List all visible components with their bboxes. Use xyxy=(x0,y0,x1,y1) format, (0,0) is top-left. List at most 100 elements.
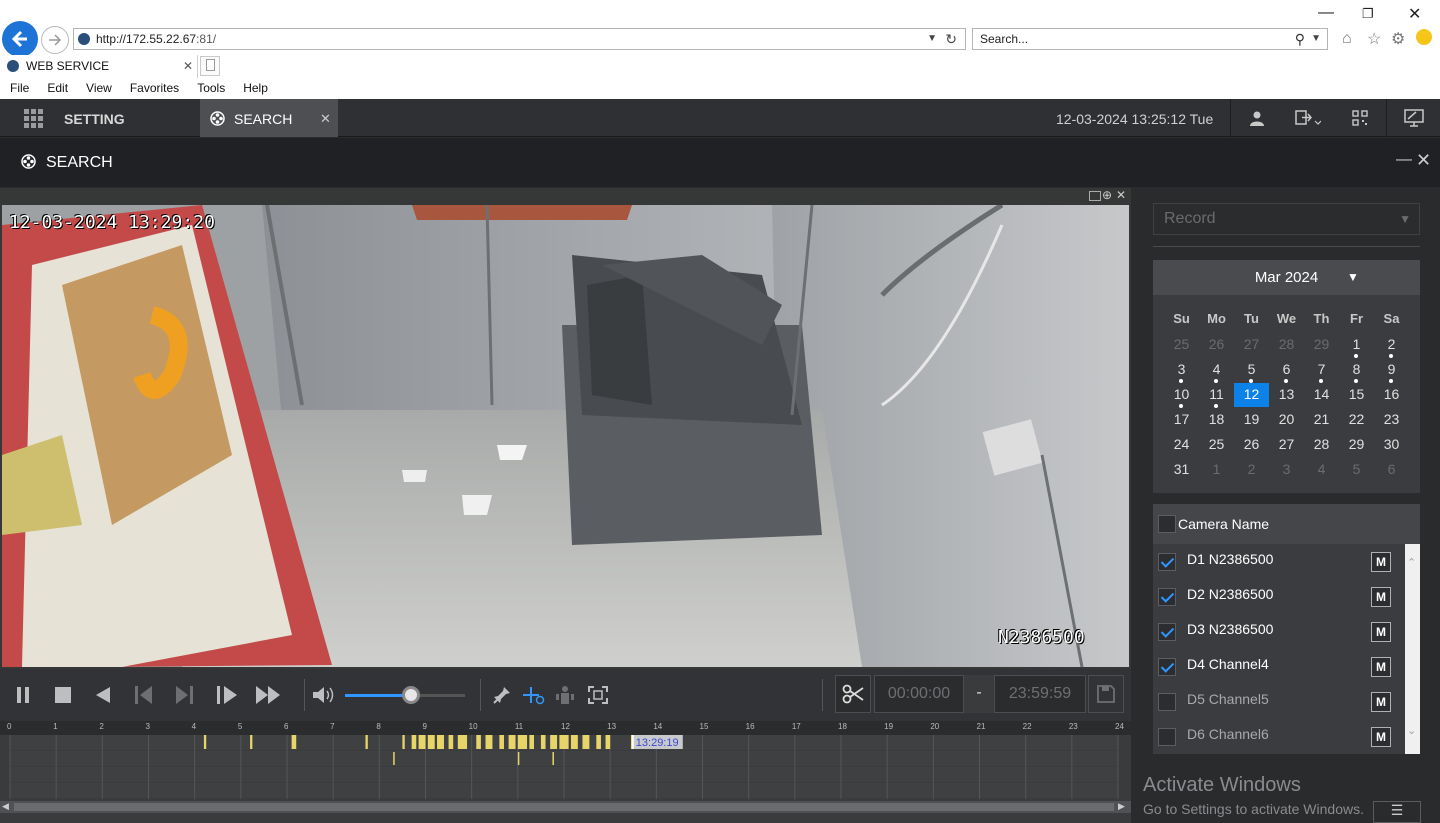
camera-stream-button[interactable]: M xyxy=(1371,657,1391,677)
camera-checkbox[interactable] xyxy=(1158,553,1176,571)
user-button[interactable] xyxy=(1230,99,1282,137)
calendar-day[interactable]: 9 xyxy=(1374,358,1409,383)
record-type-select[interactable]: Record ▼ xyxy=(1153,203,1420,235)
minimize-icon[interactable]: — xyxy=(1318,4,1334,22)
tab-setting[interactable]: SETTING xyxy=(0,99,199,137)
calendar-day[interactable]: 25 xyxy=(1199,433,1234,457)
pause-button[interactable] xyxy=(10,669,36,721)
calendar-day[interactable]: 20 xyxy=(1269,408,1304,432)
menu-edit[interactable]: Edit xyxy=(37,79,76,99)
calendar-day[interactable]: 5 xyxy=(1234,358,1269,383)
scroll-up-icon[interactable]: ⌃ xyxy=(1407,556,1416,569)
select-all-checkbox[interactable] xyxy=(1158,515,1176,533)
camera-checkbox[interactable] xyxy=(1158,623,1176,641)
address-dropdown-icon[interactable]: ▼ xyxy=(927,29,937,49)
calendar-day[interactable]: 4 xyxy=(1304,458,1339,482)
calendar-day[interactable]: 26 xyxy=(1199,333,1234,357)
calendar-day[interactable]: 19 xyxy=(1234,408,1269,432)
camera-list-scrollbar[interactable]: ⌃ ⌄ xyxy=(1405,544,1420,754)
calendar-day[interactable]: 13 xyxy=(1269,383,1304,407)
camera-row[interactable]: D3 N2386500 M xyxy=(1153,614,1403,649)
menu-file[interactable]: File xyxy=(0,79,37,99)
fullscreen-button[interactable] xyxy=(585,669,611,721)
menu-favorites[interactable]: Favorites xyxy=(120,79,187,99)
mute-button[interactable] xyxy=(308,669,338,721)
calendar-day[interactable]: 11 xyxy=(1199,383,1234,408)
volume-slider[interactable] xyxy=(345,686,465,704)
scroll-left-icon[interactable]: ◀ xyxy=(2,801,9,812)
calendar-day[interactable]: 14 xyxy=(1304,383,1339,407)
chevron-down-icon[interactable]: ▼ xyxy=(1347,260,1359,295)
timeline-tracks[interactable]: 13:29:19 xyxy=(0,735,1131,799)
calendar-day[interactable]: 10 xyxy=(1164,383,1199,408)
refresh-icon[interactable]: ↻ xyxy=(945,29,957,49)
volume-knob[interactable] xyxy=(402,686,420,704)
favorites-star-icon[interactable]: ☆ xyxy=(1367,29,1381,49)
calendar-day[interactable]: 27 xyxy=(1234,333,1269,357)
camera-row[interactable]: D6 Channel6 M xyxy=(1153,719,1403,754)
camera-stream-button[interactable]: M xyxy=(1371,622,1391,642)
tab-close-icon[interactable]: ✕ xyxy=(183,55,193,77)
calendar-day[interactable]: 23 xyxy=(1374,408,1409,432)
scroll-right-icon[interactable]: ▶ xyxy=(1118,801,1125,812)
calendar-day[interactable]: 28 xyxy=(1304,433,1339,457)
clip-button[interactable] xyxy=(835,675,871,713)
smart-search-button[interactable] xyxy=(520,669,546,721)
zoom-icon[interactable]: ⊕ xyxy=(1102,188,1112,202)
video-pane[interactable]: ⊕ ✕ 12-03-2024 13:29:20 N2386500 xyxy=(0,188,1131,669)
camera-stream-button[interactable]: M xyxy=(1371,692,1391,712)
search-dropdown-icon[interactable]: ▼ xyxy=(1311,29,1321,49)
scroll-thumb[interactable] xyxy=(14,803,1114,811)
calendar-day[interactable]: 17 xyxy=(1164,408,1199,432)
camera-row[interactable]: D4 Channel4 M xyxy=(1153,649,1403,684)
camera-row[interactable]: D5 Channel5 M xyxy=(1153,684,1403,719)
stop-button[interactable] xyxy=(50,669,76,721)
reverse-play-button[interactable] xyxy=(90,669,116,721)
camera-checkbox[interactable] xyxy=(1158,588,1176,606)
calendar-day[interactable]: 5 xyxy=(1339,458,1374,482)
calendar-day[interactable]: 2 xyxy=(1234,458,1269,482)
logout-button[interactable] xyxy=(1282,99,1334,137)
menu-view[interactable]: View xyxy=(76,79,120,99)
close-window-icon[interactable]: ✕ xyxy=(1408,4,1421,24)
new-tab-button[interactable] xyxy=(200,56,220,76)
calendar-day[interactable]: 8 xyxy=(1339,358,1374,383)
close-panel-icon[interactable]: ✕ xyxy=(1416,150,1431,171)
search-icon[interactable]: ⚲ xyxy=(1295,29,1305,49)
camera-stream-button[interactable]: M xyxy=(1371,727,1391,747)
calendar-day[interactable]: 3 xyxy=(1164,358,1199,383)
timeline[interactable]: 0 1 2 3 4 5 6 7 8 9 10 11 12 13 14 15 16 17 18 19 20 21 22 23 24… xyxy=(0,721,1131,823)
calendar-day[interactable]: 6 xyxy=(1374,458,1409,482)
browser-tab[interactable]: WEB SERVICE ✕ xyxy=(0,55,198,78)
save-clip-button[interactable] xyxy=(1088,675,1124,713)
clip-start-time[interactable]: 00:00:00 xyxy=(874,675,964,713)
address-bar[interactable]: http://172.55.22.67:81/ ▼ ↻ xyxy=(73,28,966,50)
calendar-day[interactable]: 29 xyxy=(1339,433,1374,457)
calendar-day-selected[interactable]: 12 xyxy=(1234,383,1269,407)
minimize-panel-icon[interactable]: — xyxy=(1396,151,1412,169)
tab-search[interactable]: SEARCH ✕ xyxy=(200,99,338,137)
camera-stream-button[interactable]: M xyxy=(1371,552,1391,572)
home-icon[interactable]: ⌂ xyxy=(1342,30,1352,48)
calendar-day[interactable]: 1 xyxy=(1339,333,1374,358)
menu-tools[interactable]: Tools xyxy=(187,79,233,99)
calendar-day[interactable]: 2 xyxy=(1374,333,1409,358)
restore-icon[interactable]: ❐ xyxy=(1362,6,1374,22)
calendar-day[interactable]: 4 xyxy=(1199,358,1234,383)
forward-button[interactable] xyxy=(41,26,69,54)
calendar-day[interactable]: 18 xyxy=(1199,408,1234,432)
calendar-day[interactable]: 29 xyxy=(1304,333,1339,357)
camera-stream-button[interactable]: M xyxy=(1371,587,1391,607)
calendar-day[interactable]: 30 xyxy=(1374,433,1409,457)
calendar-day[interactable]: 6 xyxy=(1269,358,1304,383)
tab-close-icon[interactable]: ✕ xyxy=(320,99,331,139)
calendar-day[interactable]: 3 xyxy=(1269,458,1304,482)
calendar-day[interactable]: 27 xyxy=(1269,433,1304,457)
next-frame-button[interactable] xyxy=(170,669,198,721)
gear-icon[interactable]: ⚙ xyxy=(1391,29,1405,49)
calendar-header[interactable]: Mar 2024 ▼ xyxy=(1153,260,1420,295)
calendar-day[interactable]: 1 xyxy=(1199,458,1234,482)
calendar-day[interactable]: 21 xyxy=(1304,408,1339,432)
calendar-day[interactable]: 28 xyxy=(1269,333,1304,357)
clip-end-time[interactable]: 23:59:59 xyxy=(994,675,1086,713)
